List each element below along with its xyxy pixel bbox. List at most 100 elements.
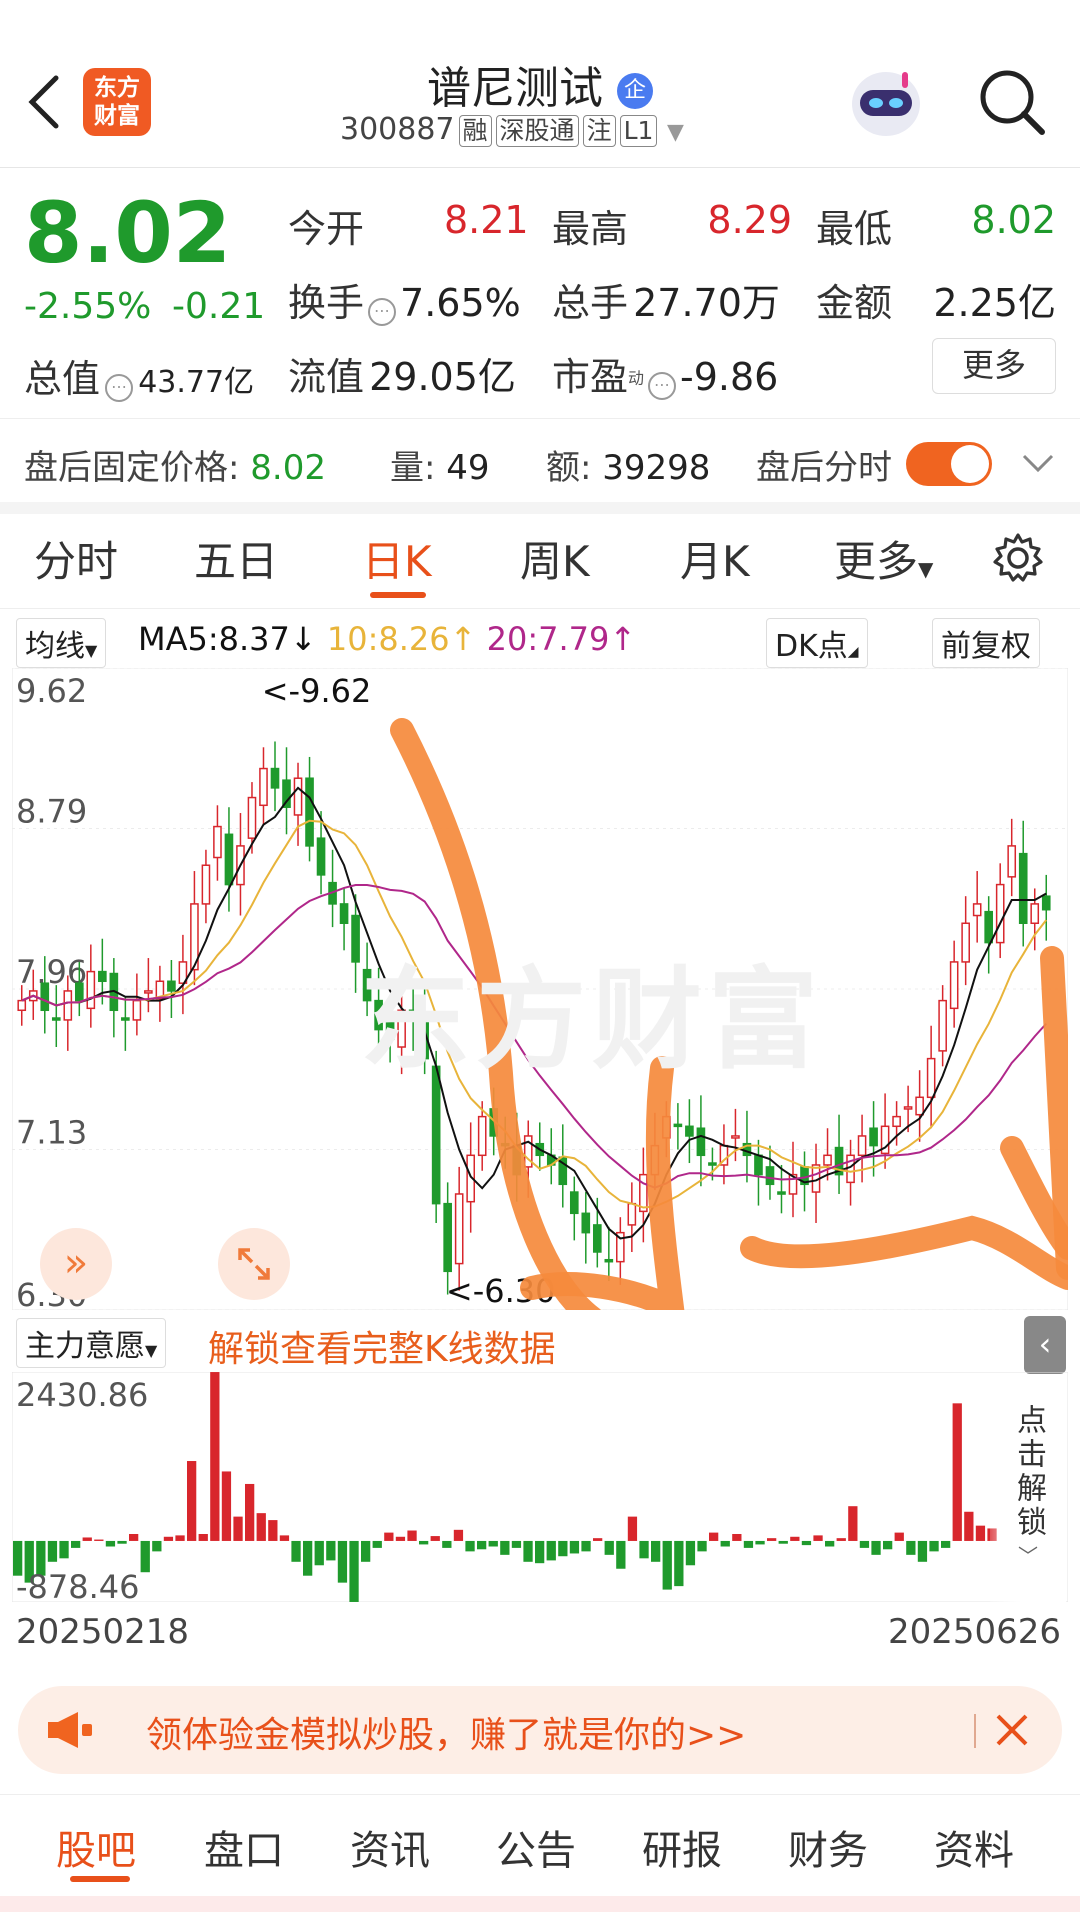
ma-values: MA5:8.37↓ 10:8.26↑ 20:7.79↑ (138, 620, 637, 658)
nav-order-book[interactable]: 盘口 (204, 1818, 284, 1876)
candle-body (892, 1115, 901, 1128)
candle-body (857, 1135, 867, 1157)
high-value: 8.29 (707, 198, 792, 242)
main-force-bar (82, 1537, 92, 1541)
enterprise-badge: 企 (617, 73, 653, 109)
expand-chevron-icon[interactable] (1018, 448, 1058, 478)
candle-body (777, 1191, 786, 1195)
main-force-bar (732, 1533, 742, 1541)
stock-code-row[interactable]: 300887 融深股通注 L1 ▼ (340, 112, 684, 147)
toggle-knob (951, 445, 989, 483)
candle-body (316, 837, 326, 876)
main-force-bar (697, 1540, 707, 1552)
expand-panel-icon[interactable]: » (40, 1228, 112, 1300)
nav-forum[interactable]: 股吧 (56, 1818, 136, 1876)
main-force-bar (477, 1540, 487, 1550)
tab-daily-k[interactable]: 日K (362, 528, 432, 589)
candle-body (477, 1115, 487, 1157)
after-hours-toggle-label: 盘后分时 (756, 448, 892, 488)
candle-body (247, 796, 257, 839)
tab-intraday[interactable]: 分时 (34, 528, 118, 589)
side-unlock-button[interactable]: 点击解锁 ﹀ (990, 1374, 1066, 1602)
candle-body (926, 1057, 936, 1099)
candle-body (592, 1224, 602, 1253)
main-force-bar (442, 1540, 452, 1548)
main-force-bar (558, 1540, 568, 1557)
main-force-bar (94, 1539, 104, 1541)
promo-banner[interactable]: 领体验金模拟炒股，赚了就是你的>> (18, 1686, 1062, 1774)
main-force-bar (859, 1540, 870, 1548)
close-icon[interactable] (988, 1706, 1036, 1754)
candle-body (259, 767, 268, 807)
after-hours-amount: 额: 39298 (546, 448, 711, 488)
pe-value: -9.86 (680, 355, 779, 399)
dk-point-button[interactable]: DK点◢ (766, 618, 868, 668)
tab-monthly-k[interactable]: 月K (680, 528, 750, 589)
tab-five-day[interactable]: 五日 (194, 528, 278, 589)
candle-body (604, 1258, 614, 1263)
market-cap-value: 43.77亿 (138, 365, 255, 400)
megaphone-icon (44, 1708, 96, 1752)
main-force-bar (210, 1372, 220, 1541)
nav-financials[interactable]: 财务 (788, 1818, 868, 1876)
main-force-bar (279, 1535, 290, 1541)
settings-gear-icon[interactable] (990, 530, 1046, 586)
pe-row: 市盈动 ⋯ -9.86 (552, 346, 778, 401)
fullscreen-icon[interactable] (218, 1228, 290, 1300)
main-force-bar (117, 1540, 127, 1544)
after-hours-price: 8.02 (250, 448, 326, 488)
candle-body (949, 961, 959, 1010)
price-adjust-button[interactable]: 前复权 (932, 618, 1040, 668)
candle-body (454, 1193, 464, 1265)
info-icon[interactable]: ⋯ (105, 373, 134, 402)
collapse-side-button[interactable]: ‹ (1024, 1316, 1066, 1374)
unlock-kline-link[interactable]: 解锁查看完整K线数据 (208, 1320, 556, 1372)
tag-connect: 深股通 (495, 115, 579, 147)
candle-body (708, 1162, 717, 1166)
change-amount: -0.21 (172, 286, 266, 327)
main-force-bar (163, 1536, 174, 1541)
amount-value: 2.25亿 (933, 281, 1056, 325)
candle-body (339, 903, 349, 925)
main-force-bar (337, 1540, 348, 1583)
tab-weekly-k[interactable]: 周K (520, 528, 590, 589)
main-force-bar (221, 1471, 232, 1541)
y-tick-label: 8.79 (16, 793, 87, 831)
candle-body (972, 903, 982, 917)
turnover-label: 换手 (288, 281, 365, 325)
active-tab-indicator (370, 592, 426, 598)
tab-more[interactable]: 更多▼ (834, 528, 933, 589)
candle-body (167, 980, 176, 992)
nav-news[interactable]: 资讯 (350, 1818, 430, 1876)
more-button[interactable]: 更多 (932, 338, 1056, 394)
bottom-edge (0, 1896, 1080, 1912)
after-hours-price-label: 盘后固定价格: (24, 448, 240, 488)
candle-body (1041, 895, 1051, 911)
robot-assistant-icon[interactable] (846, 64, 926, 140)
candle-body (869, 1127, 878, 1147)
indicator-selector[interactable]: 均线▼ (16, 618, 107, 668)
nav-announcements[interactable]: 公告 (496, 1818, 576, 1876)
main-force-bar (917, 1540, 928, 1562)
main-force-bar (848, 1506, 858, 1541)
info-icon[interactable]: ⋯ (648, 371, 677, 400)
nav-profile[interactable]: 资料 (934, 1818, 1014, 1876)
main-force-bar (430, 1536, 440, 1541)
main-force-bar (743, 1540, 754, 1548)
market-cap-row: 总值 ⋯ 43.77亿 (24, 348, 254, 403)
candle-body (581, 1212, 591, 1234)
candle-body (685, 1125, 694, 1137)
candle-body (63, 990, 73, 1021)
info-icon[interactable]: ⋯ (368, 297, 397, 326)
caret-down-icon: ▼ (918, 557, 934, 581)
main-force-bar (395, 1536, 406, 1541)
nav-research[interactable]: 研报 (642, 1818, 722, 1876)
divider (0, 1794, 1080, 1795)
sub-indicator-selector[interactable]: 主力意愿▼ (16, 1318, 167, 1368)
main-force-bar (256, 1513, 266, 1541)
main-force-bar (47, 1540, 58, 1562)
after-hours-toggle[interactable] (906, 442, 992, 486)
search-icon[interactable] (976, 66, 1048, 138)
main-force-bar (755, 1540, 765, 1545)
promo-text: 领体验金模拟炒股，赚了就是你的>> (146, 1715, 747, 1756)
